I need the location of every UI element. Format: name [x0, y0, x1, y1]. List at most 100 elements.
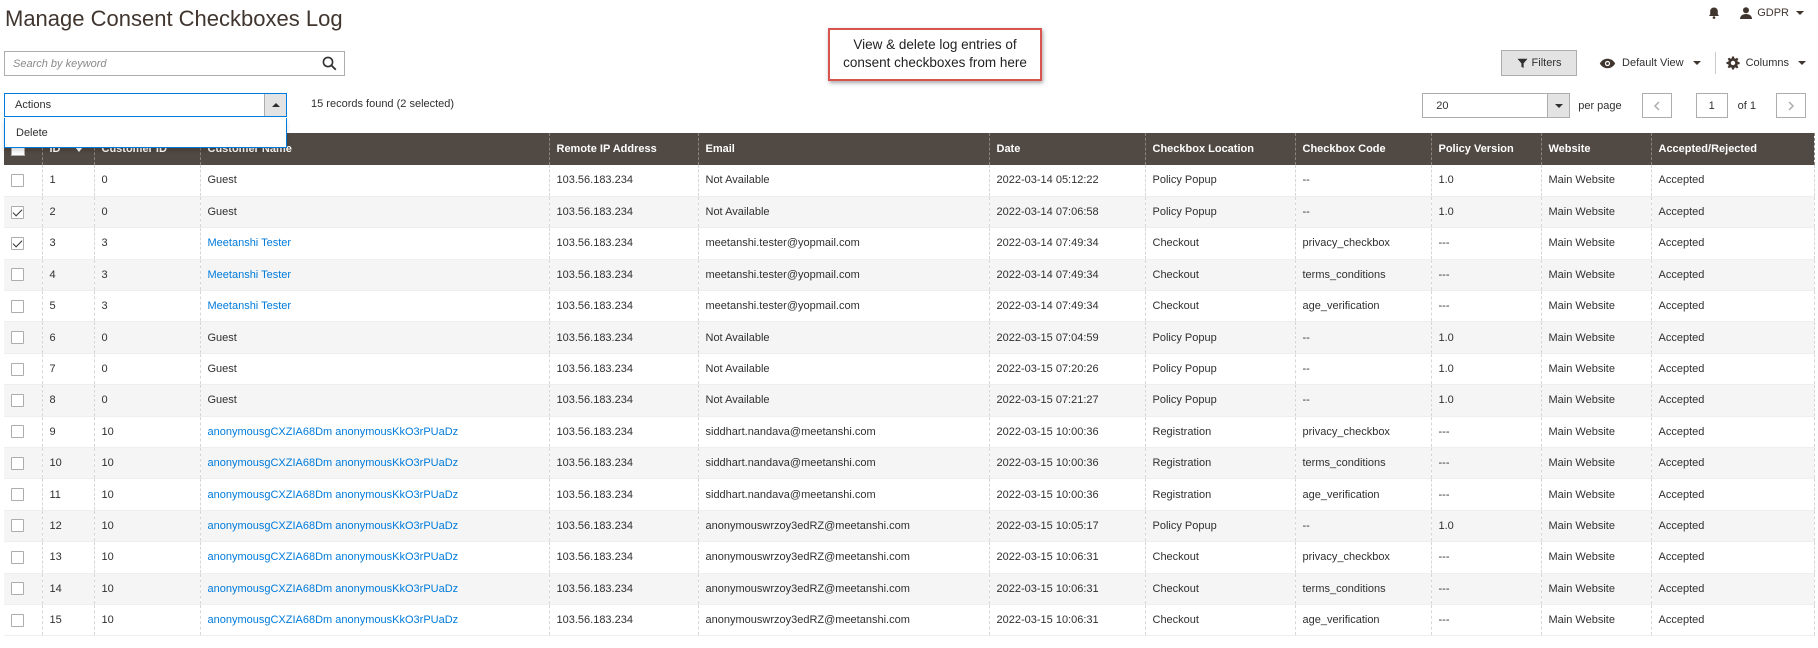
- column-header-checkbox-location[interactable]: Checkbox Location: [1145, 133, 1296, 165]
- column-header-date[interactable]: Date: [989, 133, 1146, 165]
- row-checkbox[interactable]: [11, 550, 24, 564]
- actions-toggle[interactable]: [264, 94, 286, 116]
- cell-policy-version: 1.0: [1431, 353, 1542, 386]
- cell-select: [4, 196, 43, 229]
- next-page-button[interactable]: [1776, 93, 1806, 118]
- row-checkbox[interactable]: [11, 613, 24, 627]
- cell-id: 1: [42, 165, 95, 197]
- cell-date: 2022-03-15 10:00:36: [989, 416, 1146, 449]
- table-row[interactable]: 1 0 Guest 103.56.183.234 Not Available 2022-0…: [4, 165, 1815, 197]
- current-page-input[interactable]: [1695, 93, 1728, 118]
- cell-customer-name[interactable]: anonymousgCXZIA68Dm anonymousKkO3rPUaDz: [200, 604, 550, 637]
- default-view-button[interactable]: Default View: [1599, 57, 1701, 69]
- cell-customer-name[interactable]: anonymousgCXZIA68Dm anonymousKkO3rPUaDz: [200, 416, 550, 449]
- table-row[interactable]: 14 10 anonymousgCXZIA68Dm anonymousKkO3rPU…: [4, 573, 1815, 605]
- row-checkbox[interactable]: [11, 331, 24, 345]
- row-checkbox[interactable]: [11, 519, 24, 533]
- table-row[interactable]: 8 0 Guest 103.56.183.234 Not Available 2022-0…: [4, 384, 1815, 417]
- cell-email: meetanshi.tester@yopmail.com: [698, 259, 990, 292]
- cell-website: Main Website: [1541, 196, 1652, 229]
- cell-id: 6: [42, 321, 95, 354]
- filters-button[interactable]: Filters: [1501, 50, 1578, 76]
- table-row[interactable]: 10 10 anonymousgCXZIA68Dm anonymousKkO3rPU…: [4, 447, 1815, 480]
- table-row[interactable]: 4 3 Meetanshi Tester 103.56.183.234 meetansh…: [4, 259, 1815, 292]
- cell-date: 2022-03-15 07:04:59: [989, 321, 1146, 354]
- filter-funnel-icon: [1517, 58, 1528, 68]
- cell-customer-id: 10: [94, 541, 201, 574]
- column-header-policy-version[interactable]: Policy Version: [1431, 133, 1542, 165]
- cell-date: 2022-03-15 10:06:31: [989, 573, 1146, 605]
- cell-checkbox-location: Policy Popup: [1145, 196, 1296, 229]
- column-header-email[interactable]: Email: [698, 133, 990, 165]
- action-delete[interactable]: Delete: [5, 118, 286, 148]
- row-checkbox[interactable]: [11, 425, 24, 439]
- cell-customer-name[interactable]: Meetanshi Tester: [200, 290, 550, 323]
- cell-customer-name[interactable]: anonymousgCXZIA68Dm anonymousKkO3rPUaDz: [200, 573, 550, 605]
- cell-website: Main Website: [1541, 384, 1652, 417]
- cell-email: meetanshi.tester@yopmail.com: [698, 290, 990, 323]
- cell-checkbox-code: terms_conditions: [1295, 447, 1432, 480]
- row-checkbox[interactable]: [11, 582, 24, 596]
- table-row[interactable]: 12 10 anonymousgCXZIA68Dm anonymousKkO3rPU…: [4, 510, 1815, 543]
- table-row[interactable]: 6 0 Guest 103.56.183.234 Not Available 2022-0…: [4, 321, 1815, 354]
- row-checkbox[interactable]: [11, 268, 24, 282]
- admin-user-menu[interactable]: GDPR: [1739, 6, 1804, 20]
- cell-checkbox-location: Policy Popup: [1145, 321, 1296, 354]
- mass-actions-select[interactable]: Actions: [4, 93, 287, 117]
- table-row[interactable]: 13 10 anonymousgCXZIA68Dm anonymousKkO3rPU…: [4, 541, 1815, 574]
- user-icon: [1740, 7, 1753, 19]
- cell-customer-name[interactable]: anonymousgCXZIA68Dm anonymousKkO3rPUaDz: [200, 541, 550, 574]
- cell-customer-id: 10: [94, 416, 201, 449]
- per-page-select[interactable]: 20: [1422, 93, 1571, 118]
- cell-checkbox-code: --: [1295, 196, 1432, 229]
- cell-remote-ip: 103.56.183.234: [549, 196, 699, 229]
- cell-customer-name[interactable]: anonymousgCXZIA68Dm anonymousKkO3rPUaDz: [200, 447, 550, 480]
- table-row[interactable]: 7 0 Guest 103.56.183.234 Not Available 2022-0…: [4, 353, 1815, 386]
- row-checkbox[interactable]: [11, 488, 24, 502]
- per-page-toggle[interactable]: [1547, 94, 1570, 117]
- cell-date: 2022-03-15 07:20:26: [989, 353, 1146, 386]
- cell-checkbox-location: Policy Popup: [1145, 353, 1296, 386]
- cell-customer-name[interactable]: anonymousgCXZIA68Dm anonymousKkO3rPUaDz: [200, 510, 550, 543]
- table-row[interactable]: 2 0 Guest 103.56.183.234 Not Available 2022-0…: [4, 196, 1815, 229]
- table-row[interactable]: 3 3 Meetanshi Tester 103.56.183.234 meetansh…: [4, 227, 1815, 260]
- row-checkbox[interactable]: [11, 205, 24, 219]
- cell-remote-ip: 103.56.183.234: [549, 384, 699, 417]
- chevron-up-icon: [271, 103, 280, 107]
- row-checkbox[interactable]: [11, 173, 24, 187]
- cell-id: 2: [42, 196, 95, 229]
- columns-button[interactable]: Columns: [1726, 56, 1806, 70]
- table-row[interactable]: 15 10 anonymousgCXZIA68Dm anonymousKkO3rPU…: [4, 604, 1815, 637]
- cell-date: 2022-03-15 10:00:36: [989, 447, 1146, 480]
- cell-id: 13: [42, 541, 95, 574]
- cell-website: Main Website: [1541, 353, 1652, 386]
- cell-customer-name[interactable]: Meetanshi Tester: [200, 227, 550, 260]
- cell-id: 5: [42, 290, 95, 323]
- column-header-remote-ip[interactable]: Remote IP Address: [549, 133, 699, 165]
- cell-accepted-rejected: Accepted: [1651, 321, 1815, 354]
- table-row[interactable]: 11 10 anonymousgCXZIA68Dm anonymousKkO3rPU…: [4, 478, 1815, 511]
- chevron-left-icon: [1653, 100, 1660, 111]
- cell-customer-id: 3: [94, 227, 201, 260]
- row-checkbox[interactable]: [11, 299, 24, 313]
- cell-remote-ip: 103.56.183.234: [549, 321, 699, 354]
- search-input[interactable]: [5, 57, 314, 70]
- previous-page-button[interactable]: [1641, 93, 1672, 118]
- row-checkbox[interactable]: [11, 236, 24, 250]
- column-header-accepted-rejected[interactable]: Accepted/Rejected: [1651, 133, 1815, 165]
- row-checkbox[interactable]: [11, 456, 24, 470]
- search-icon[interactable]: [314, 52, 344, 75]
- column-header-checkbox-code[interactable]: Checkbox Code: [1295, 133, 1432, 165]
- column-header-website[interactable]: Website: [1541, 133, 1652, 165]
- filters-label: Filters: [1531, 57, 1562, 69]
- notifications-bell-icon[interactable]: [1707, 6, 1721, 20]
- cell-customer-name[interactable]: anonymousgCXZIA68Dm anonymousKkO3rPUaDz: [200, 478, 550, 511]
- cell-customer-name[interactable]: Meetanshi Tester: [200, 259, 550, 292]
- table-row[interactable]: 5 3 Meetanshi Tester 103.56.183.234 meetansh…: [4, 290, 1815, 323]
- table-row[interactable]: 9 10 anonymousgCXZIA68Dm anonymousKkO3rPUa…: [4, 416, 1815, 449]
- page-title: Manage Consent Checkboxes Log: [5, 6, 343, 31]
- row-checkbox[interactable]: [11, 393, 24, 407]
- cell-policy-version: ---: [1431, 478, 1542, 511]
- keyword-search: [4, 51, 345, 76]
- row-checkbox[interactable]: [11, 362, 24, 376]
